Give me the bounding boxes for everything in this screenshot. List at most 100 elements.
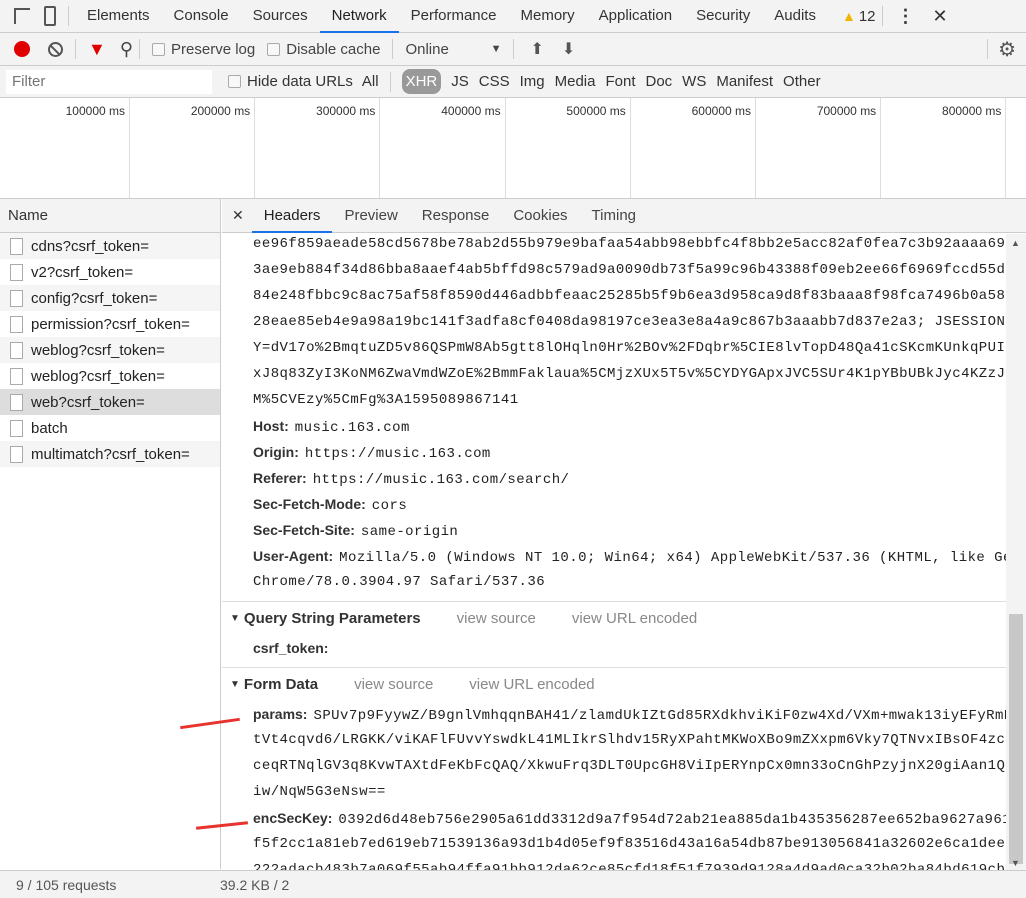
type-filter-img[interactable]: Img bbox=[520, 73, 545, 90]
tab-console[interactable]: Console bbox=[162, 0, 241, 33]
clear-icon[interactable] bbox=[48, 41, 63, 57]
tab-security[interactable]: Security bbox=[684, 0, 762, 33]
request-row[interactable]: web?csrf_token= bbox=[0, 389, 220, 415]
type-filter-xhr[interactable]: XHR bbox=[401, 69, 442, 94]
request-name: batch bbox=[31, 419, 68, 437]
tab-sources[interactable]: Sources bbox=[241, 0, 320, 33]
tab-audits[interactable]: Audits bbox=[762, 0, 828, 33]
type-filter-all[interactable]: All bbox=[362, 73, 379, 90]
request-row[interactable]: v2?csrf_token= bbox=[0, 259, 220, 285]
view-url-encoded-link[interactable]: view URL encoded bbox=[572, 602, 697, 635]
timeline-overview[interactable]: 100000 ms 200000 ms 300000 ms 400000 ms 5000… bbox=[0, 98, 1026, 199]
tab-memory[interactable]: Memory bbox=[509, 0, 587, 33]
export-har-icon[interactable]: ⬇ bbox=[562, 39, 575, 59]
request-name: multimatch?csrf_token= bbox=[31, 445, 190, 463]
search-icon[interactable]: ⚲ bbox=[120, 39, 133, 60]
tab-application[interactable]: Application bbox=[587, 0, 684, 33]
query-param-row: csrf_token: bbox=[222, 635, 1006, 661]
timeline-tick: 300000 ms bbox=[255, 98, 381, 198]
type-filter-doc[interactable]: Doc bbox=[645, 73, 672, 90]
expand-triangle-icon[interactable]: ▼ bbox=[230, 668, 240, 701]
timeline-tick: 100000 ms bbox=[5, 98, 130, 198]
request-row[interactable]: config?csrf_token= bbox=[0, 285, 220, 311]
type-filter-manifest[interactable]: Manifest bbox=[716, 73, 773, 90]
scroll-down-icon[interactable]: ▼ bbox=[1011, 858, 1020, 868]
tab-cookies[interactable]: Cookies bbox=[501, 199, 579, 233]
tab-headers[interactable]: Headers bbox=[251, 199, 333, 233]
param-key: csrf_token: bbox=[253, 640, 329, 656]
header-row: Sec-Fetch-Site: same-origin bbox=[222, 517, 1006, 543]
form-param-row: ceqRTNqlGV3q8KvwTAXtdFeKbFcQAQ/XkwuFrq3D… bbox=[222, 753, 1006, 779]
warning-count[interactable]: 12 bbox=[859, 8, 876, 25]
scrollbar[interactable]: ▲ ▼ bbox=[1006, 234, 1026, 870]
view-source-link[interactable]: view source bbox=[354, 668, 433, 701]
request-row[interactable]: batch bbox=[0, 415, 220, 441]
form-param-row: f5f2cc1a81eb7ed619eb71539136a93d1b4d05ef… bbox=[222, 831, 1006, 857]
view-source-link[interactable]: view source bbox=[457, 602, 536, 635]
timeline-tick: 700000 ms bbox=[756, 98, 882, 198]
filter-input[interactable] bbox=[6, 69, 212, 94]
request-name: web?csrf_token= bbox=[31, 393, 145, 411]
header-row: Sec-Fetch-Mode: cors bbox=[222, 491, 1006, 517]
more-menu-icon[interactable]: ⋮ bbox=[897, 6, 915, 27]
cookie-value-line: Y=dV17o%2BmqtuZD5v86QSPmW8Ab5gtt8lOHqln0… bbox=[253, 340, 1006, 356]
request-row[interactable]: permission?csrf_token= bbox=[0, 311, 220, 337]
type-filter-css[interactable]: CSS bbox=[479, 73, 510, 90]
preserve-log-checkbox[interactable]: Preserve log bbox=[152, 41, 255, 58]
tab-response[interactable]: Response bbox=[410, 199, 502, 233]
cookie-value-line: 3ae9eb884f34d86bba8aaef4ab5bffd98c579ad9… bbox=[253, 262, 1006, 278]
file-icon bbox=[10, 393, 23, 411]
request-row[interactable]: weblog?csrf_token= bbox=[0, 363, 220, 389]
type-filter-media[interactable]: Media bbox=[555, 73, 596, 90]
throttle-select[interactable]: Online ▼ bbox=[405, 41, 501, 58]
throttle-value: Online bbox=[405, 40, 449, 58]
header-value: same-origin bbox=[360, 524, 459, 540]
close-details-icon[interactable]: ✕ bbox=[232, 207, 244, 224]
import-har-icon[interactable]: ⬆ bbox=[530, 39, 543, 59]
devtools-tab-bar: Elements Console Sources Network Performance… bbox=[0, 0, 1026, 33]
type-filter-js[interactable]: JS bbox=[451, 73, 469, 90]
gear-icon[interactable]: ⚙ bbox=[998, 37, 1016, 62]
query-string-section-header[interactable]: ▼ Query String Parameters view source view … bbox=[222, 601, 1006, 635]
request-name: config?csrf_token= bbox=[31, 289, 158, 307]
close-icon[interactable]: ✕ bbox=[933, 6, 948, 27]
type-filter-ws[interactable]: WS bbox=[682, 73, 706, 90]
status-bar: 9 / 105 requests 39.2 KB / 2 bbox=[0, 870, 1026, 898]
tab-timing[interactable]: Timing bbox=[580, 199, 648, 233]
form-param-row: iw/NqW5G3eNsw== bbox=[222, 779, 1006, 805]
expand-triangle-icon[interactable]: ▼ bbox=[230, 602, 240, 635]
chevron-down-icon: ▼ bbox=[490, 43, 502, 55]
form-param-row: encSecKey: 0392d6d48eb756e2905a61dd3312d9… bbox=[222, 805, 1006, 831]
header-key: Referer: bbox=[253, 470, 307, 486]
request-row[interactable]: weblog?csrf_token= bbox=[0, 337, 220, 363]
tab-performance[interactable]: Performance bbox=[399, 0, 509, 33]
view-url-encoded-link[interactable]: view URL encoded bbox=[469, 668, 594, 701]
file-icon bbox=[10, 237, 23, 255]
tab-preview[interactable]: Preview bbox=[332, 199, 409, 233]
tab-elements[interactable]: Elements bbox=[75, 0, 162, 33]
name-column-header[interactable]: Name bbox=[0, 199, 220, 233]
header-row: Referer: https://music.163.com/search/ bbox=[222, 465, 1006, 491]
header-key: Sec-Fetch-Site: bbox=[253, 522, 355, 538]
hide-data-urls-checkbox[interactable]: Hide data URLs bbox=[228, 73, 353, 90]
param-value: iw/NqW5G3eNsw== bbox=[253, 784, 386, 800]
headers-content: ee96f859aeade58cd5678be78ab2d55b979e9baf… bbox=[222, 234, 1006, 870]
form-data-section-header[interactable]: ▼ Form Data view source view URL encoded bbox=[222, 667, 1006, 701]
filter-icon[interactable]: ▼ bbox=[88, 39, 106, 60]
device-toolbar-icon[interactable] bbox=[44, 6, 56, 26]
type-filter-font[interactable]: Font bbox=[605, 73, 635, 90]
request-row[interactable]: cdns?csrf_token= bbox=[0, 233, 220, 259]
form-param-row: 222adacb483b7a069f55ab94ffa91bb912da62ce… bbox=[222, 857, 1006, 870]
disable-cache-checkbox[interactable]: Disable cache bbox=[267, 41, 380, 58]
scrollbar-thumb[interactable] bbox=[1009, 614, 1023, 864]
record-icon[interactable] bbox=[14, 41, 30, 57]
header-value: https://music.163.com/search/ bbox=[312, 472, 570, 488]
type-filter-other[interactable]: Other bbox=[783, 73, 821, 90]
warning-icon[interactable]: ▲ bbox=[842, 8, 856, 24]
tab-network[interactable]: Network bbox=[319, 0, 399, 33]
cookie-value-line: xJ8q83ZyI3KoNM6ZwaVmdWZoE%2BmmFaklaua%5C… bbox=[253, 366, 1006, 382]
inspect-icon[interactable] bbox=[14, 8, 30, 24]
scroll-up-icon[interactable]: ▲ bbox=[1011, 238, 1020, 248]
timeline-tick: 600000 ms bbox=[631, 98, 756, 198]
request-row[interactable]: multimatch?csrf_token= bbox=[0, 441, 220, 467]
